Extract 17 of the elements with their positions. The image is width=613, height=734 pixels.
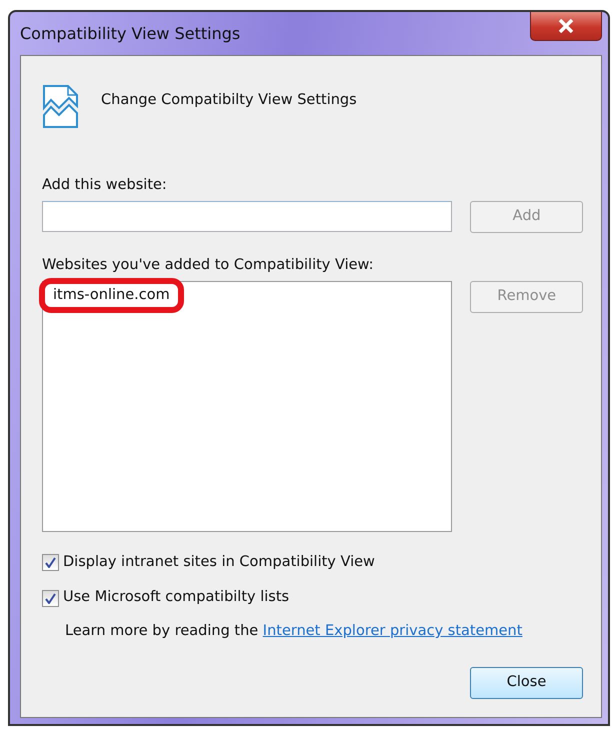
close-dialog-button[interactable]: Close (470, 667, 583, 699)
close-button[interactable] (530, 12, 602, 41)
broken-page-icon (42, 84, 79, 129)
list-label: Websites you've added to Compatibility View: (42, 256, 374, 275)
window-title: Compatibility View Settings (20, 23, 240, 45)
dialog-heading: Change Compatibilty View Settings (101, 91, 357, 110)
checkbox-label: Use Microsoft compatibilty lists (63, 588, 290, 608)
close-icon (558, 19, 574, 33)
checkbox[interactable] (42, 590, 59, 607)
checkbox-label: Display intranet sites in Compatibility View (63, 552, 375, 572)
website-list[interactable]: itms-online.com (42, 280, 452, 532)
field-label: Add this website: (42, 176, 168, 195)
highlighted-list-item[interactable]: itms-online.com (39, 278, 184, 314)
checkbox[interactable] (42, 554, 59, 571)
privacy-link[interactable]: Internet Explorer privacy statement (262, 623, 522, 639)
privacy-text: Learn more by reading the (65, 623, 258, 639)
website-input-field[interactable] (42, 201, 452, 232)
